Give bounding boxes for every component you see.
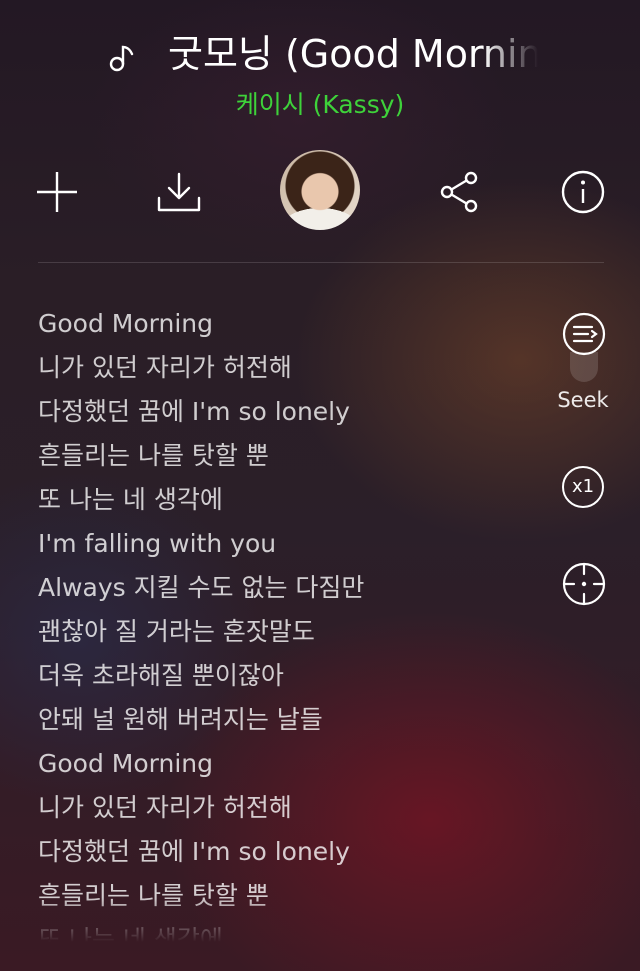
artist-avatar[interactable] xyxy=(280,150,360,230)
divider xyxy=(38,262,604,263)
info-icon xyxy=(561,170,605,214)
lyric-line: 더욱 초라해질 뿐이잖아 xyxy=(38,661,284,690)
lyric-line: 안돼 널 원해 버려지는 날들 xyxy=(38,705,323,734)
lyric-line: 또 나는 네 생각에 xyxy=(38,485,223,514)
lyric-line: 다정했던 꿈에 I'm so lonely xyxy=(38,397,350,426)
song-title: 굿모닝 (Good Morning) xyxy=(168,32,538,76)
add-button[interactable] xyxy=(35,170,79,214)
lyric-line: 괜찮아 질 거라는 혼잣말도 xyxy=(38,617,315,646)
download-button[interactable] xyxy=(157,170,201,214)
playback-speed-button[interactable]: x1 xyxy=(562,466,604,508)
lyric-line: 니가 있던 자리가 허전해 xyxy=(38,353,292,382)
locate-current-line-button[interactable] xyxy=(562,562,606,606)
plus-icon xyxy=(37,172,77,212)
crosshair-icon xyxy=(562,562,606,606)
seek-lyrics-button[interactable] xyxy=(562,312,606,356)
lyrics-seek-icon xyxy=(562,312,606,356)
download-icon xyxy=(157,172,201,212)
lyric-line: Always 지킬 수도 없는 다짐만 xyxy=(38,573,365,602)
info-button[interactable] xyxy=(561,170,605,214)
share-icon xyxy=(440,171,478,213)
action-toolbar xyxy=(0,148,640,236)
seek-label: Seek xyxy=(557,388,609,412)
seek-handle[interactable] xyxy=(570,352,598,382)
title-row: 굿모닝 (Good Morning) xyxy=(0,26,640,82)
lyric-line: 흔들리는 나를 탓할 뿐 xyxy=(38,881,269,910)
lyrics-panel[interactable]: Good Morning 니가 있던 자리가 허전해 다정했던 꿈에 I'm s… xyxy=(38,302,558,942)
share-button[interactable] xyxy=(437,170,481,214)
lyric-line: I'm falling with you xyxy=(38,529,277,558)
artist-name[interactable]: 케이시 (Kassy) xyxy=(0,86,640,124)
lyric-line: 또 나는 네 생각에 xyxy=(38,925,223,942)
lyric-line: 니가 있던 자리가 허전해 xyxy=(38,793,292,822)
lyric-line: 흔들리는 나를 탓할 뿐 xyxy=(38,441,269,470)
lyric-line: Good Morning xyxy=(38,309,213,338)
lyric-line: Good Morning xyxy=(38,749,213,778)
music-note-icon xyxy=(109,45,134,72)
lyric-line: 다정했던 꿈에 I'm so lonely xyxy=(38,837,350,866)
